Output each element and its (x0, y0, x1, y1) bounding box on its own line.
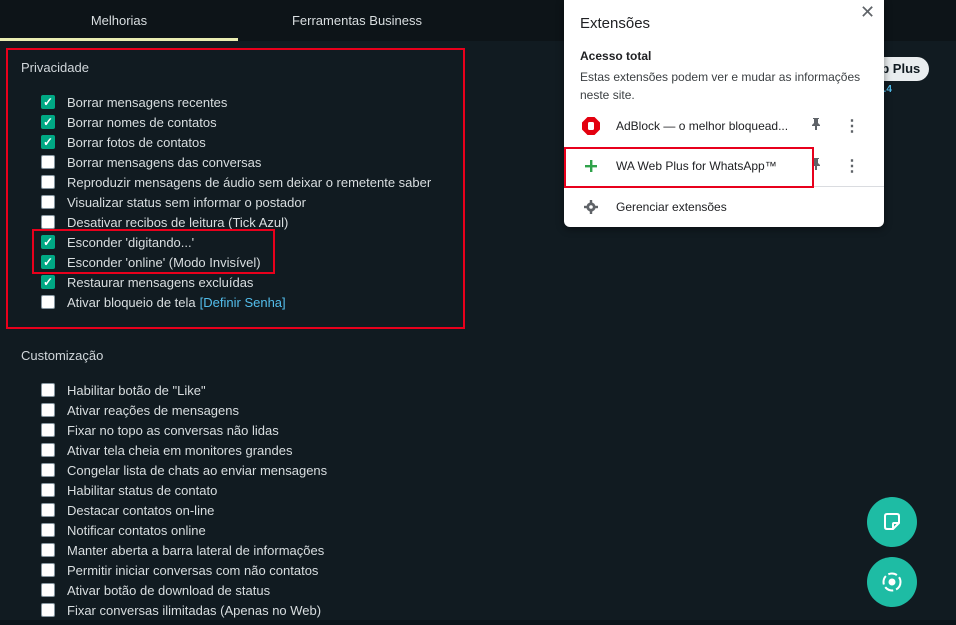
bottom-edge (0, 620, 956, 625)
pin-icon[interactable] (804, 117, 828, 136)
extension-name: AdBlock — o melhor bloquead... (616, 119, 789, 133)
privacy-highlight-box (6, 48, 465, 329)
adblock-icon (580, 117, 602, 135)
invisible-options-highlight-box (32, 229, 275, 274)
checkbox-unchecked[interactable] (41, 543, 55, 557)
option-label: Fixar conversas ilimitadas (Apenas no We… (67, 602, 322, 618)
extensions-popup: Extensões ✕ Acesso total Estas extensões… (564, 0, 884, 227)
active-tab-indicator (0, 38, 238, 41)
close-icon[interactable]: ✕ (860, 2, 875, 23)
list-item[interactable]: Fixar conversas ilimitadas (Apenas no We… (41, 600, 327, 620)
checkbox-unchecked[interactable] (41, 483, 55, 497)
option-label: Ativar reações de mensagens (67, 402, 239, 418)
full-access-heading: Acesso total (580, 49, 652, 63)
checkbox-unchecked[interactable] (41, 563, 55, 577)
option-label: Ativar tela cheia em monitores grandes (67, 442, 293, 458)
manage-extensions-link[interactable]: Gerenciar extensões (564, 189, 884, 225)
list-item[interactable]: Ativar reações de mensagens (41, 400, 327, 420)
manage-extensions-label: Gerenciar extensões (616, 200, 727, 214)
sticker-icon (884, 513, 900, 530)
more-options-icon[interactable]: ⋮ (844, 156, 860, 176)
checkbox-unchecked[interactable] (41, 603, 55, 617)
list-item[interactable]: Ativar botão de download de status (41, 580, 327, 600)
list-item[interactable]: Congelar lista de chats ao enviar mensag… (41, 460, 327, 480)
option-label: Notificar contatos online (67, 522, 206, 538)
status-button[interactable] (867, 557, 917, 607)
option-label: Habilitar status de contato (67, 482, 218, 498)
checkbox-unchecked[interactable] (41, 583, 55, 597)
list-item[interactable]: Habilitar status de contato (41, 480, 327, 500)
checkbox-unchecked[interactable] (41, 403, 55, 417)
popup-title: Extensões (580, 15, 651, 32)
list-item[interactable]: Destacar contatos on-line (41, 500, 327, 520)
list-item[interactable]: Notificar contatos online (41, 520, 327, 540)
extension-row-adblock[interactable]: AdBlock — o melhor bloquead... ⋮ (564, 108, 884, 144)
status-icon (882, 572, 902, 592)
option-label: Permitir iniciar conversas com não conta… (67, 562, 319, 578)
tab-melhorias[interactable]: Melhorias (0, 0, 238, 38)
checkbox-unchecked[interactable] (41, 443, 55, 457)
option-label: Habilitar botão de "Like" (67, 382, 206, 398)
list-item[interactable]: Manter aberta a barra lateral de informa… (41, 540, 327, 560)
checkbox-unchecked[interactable] (41, 523, 55, 537)
option-label: Manter aberta a barra lateral de informa… (67, 542, 325, 558)
option-label: Ativar botão de download de status (67, 582, 271, 598)
extension-highlight-box (564, 147, 814, 188)
list-item[interactable]: Habilitar botão de "Like" (41, 380, 327, 400)
sticker-button[interactable] (867, 497, 917, 547)
list-item[interactable]: Fixar no topo as conversas não lidas (41, 420, 327, 440)
checkbox-unchecked[interactable] (41, 383, 55, 397)
customization-options-list: Habilitar botão de "Like" Ativar reações … (41, 380, 327, 620)
customization-section-title: Customização (21, 348, 104, 363)
option-label: Congelar lista de chats ao enviar mensag… (67, 462, 328, 478)
option-label: Fixar no topo as conversas não lidas (67, 422, 279, 438)
checkbox-unchecked[interactable] (41, 423, 55, 437)
more-options-icon[interactable]: ⋮ (844, 116, 860, 136)
list-item[interactable]: Ativar tela cheia em monitores grandes (41, 440, 327, 460)
checkbox-unchecked[interactable] (41, 503, 55, 517)
option-label: Destacar contatos on-line (67, 502, 215, 518)
checkbox-unchecked[interactable] (41, 463, 55, 477)
full-access-description: Estas extensões podem ver e mudar as inf… (580, 70, 861, 102)
list-item[interactable]: Permitir iniciar conversas com não conta… (41, 560, 327, 580)
tab-ferramentas-business[interactable]: Ferramentas Business (238, 0, 476, 38)
gear-icon (580, 200, 602, 214)
